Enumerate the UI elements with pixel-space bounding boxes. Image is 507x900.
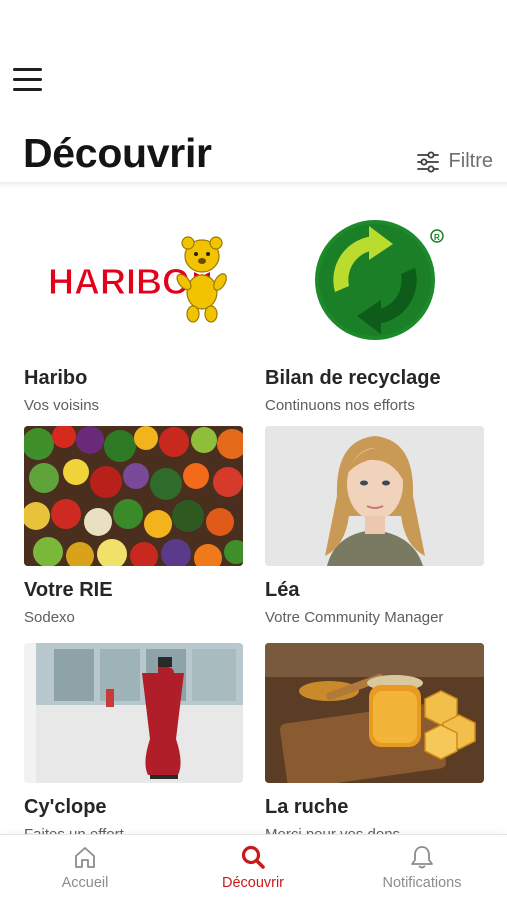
- search-icon: [241, 845, 265, 869]
- card-subtitle: Continuons nos efforts: [265, 397, 415, 414]
- menu-line: [13, 68, 42, 71]
- card-title: Bilan de recyclage: [265, 367, 441, 389]
- tab-label: Notifications: [382, 875, 462, 891]
- card-la-ruche[interactable]: La ruche Merci pour vos dons: [265, 643, 484, 834]
- card-subtitle: Votre Community Manager: [265, 609, 444, 626]
- filter-button[interactable]: Filtre: [416, 150, 493, 173]
- card-title: Cy'clope: [24, 796, 107, 818]
- bottom-tab-bar: Accueil Découvrir Notifications: [0, 834, 507, 900]
- card-title: Votre RIE: [24, 579, 113, 601]
- card-bilan-recyclage[interactable]: R Bilan de recyclage Continuons nos effo…: [265, 214, 484, 414]
- card-subtitle: Merci pour vos dons: [265, 826, 484, 834]
- card-cyclope[interactable]: Cy'clope Faites un effort: [24, 643, 243, 834]
- tab-label: Accueil: [61, 875, 109, 891]
- card-haribo[interactable]: HARIBO Haribo Vos voisins: [24, 214, 243, 414]
- card-lea[interactable]: Léa Votre Community Manager: [265, 426, 484, 626]
- menu-line: [13, 88, 42, 91]
- page-title: Découvrir: [23, 130, 212, 176]
- green-dot-recycling-icon: R: [265, 214, 484, 354]
- haribo-logo-image: HARIBO: [24, 214, 243, 354]
- sliders-icon: [416, 151, 439, 172]
- tab-decouvrir[interactable]: Découvrir: [183, 845, 323, 891]
- header-divider: [0, 182, 507, 188]
- honey-photo: [265, 643, 484, 783]
- bell-icon: [411, 846, 433, 869]
- lea-portrait-photo: [265, 426, 484, 566]
- cyclope-ashtray-photo: [24, 643, 243, 783]
- vegetables-photo: [24, 426, 243, 566]
- card-title: La ruche: [265, 796, 349, 818]
- svg-text:R: R: [434, 233, 440, 242]
- card-subtitle: Vos voisins: [24, 397, 100, 414]
- svg-text:HARIBO: HARIBO: [48, 261, 190, 302]
- tab-accueil[interactable]: Accueil: [15, 845, 155, 891]
- tab-notifications[interactable]: Notifications: [352, 845, 492, 891]
- tab-label: Découvrir: [221, 875, 285, 891]
- hamburger-menu-icon[interactable]: [12, 66, 44, 94]
- card-subtitle: Faites un effort: [24, 826, 243, 834]
- card-title: Haribo: [24, 367, 88, 389]
- home-icon: [75, 847, 95, 868]
- card-subtitle: Sodexo: [24, 609, 75, 626]
- menu-line: [13, 78, 42, 81]
- card-votre-rie[interactable]: Votre RIE Sodexo: [24, 426, 243, 626]
- card-title: Léa: [265, 579, 300, 601]
- filter-label: Filtre: [448, 150, 493, 172]
- header: Découvrir Filtre: [0, 0, 507, 182]
